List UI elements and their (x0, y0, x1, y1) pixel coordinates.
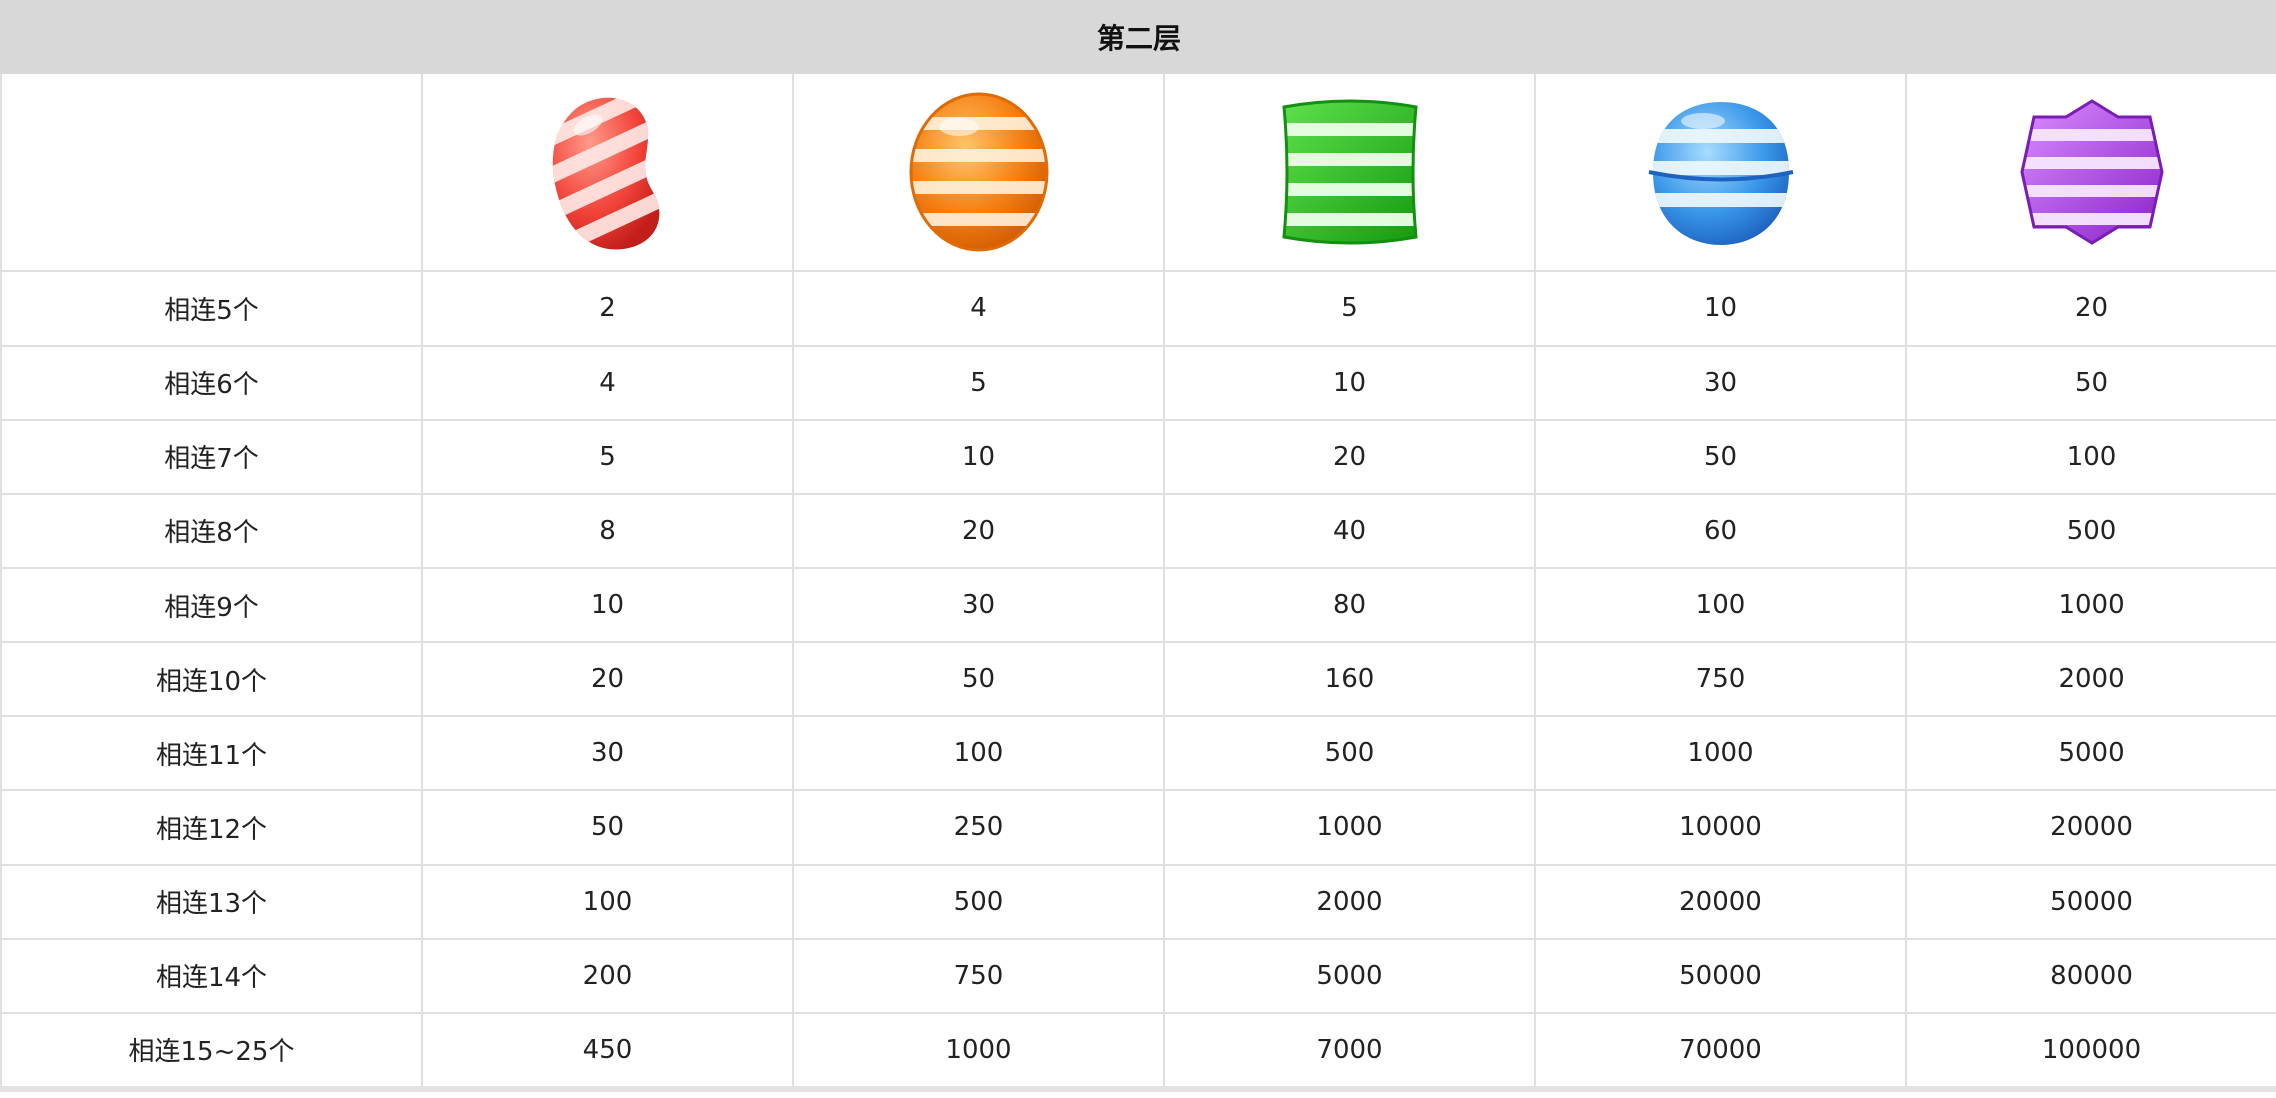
symbol-cell (792, 71, 1165, 273)
paytable-body: 相连5个 2 4 5 10 20 相连6个 4 5 10 30 50 相连7个 5 10 20 50 100 相连8… (0, 270, 2276, 1089)
payout-cell: 20000 (1534, 863, 1907, 940)
table-row: 相连13个 100 500 2000 20000 50000 (0, 863, 2276, 940)
payout-cell: 4 (792, 270, 1165, 347)
payout-cell: 20000 (1904, 789, 2276, 866)
payout-cell: 50 (792, 641, 1165, 718)
payout-cell: 1000 (1904, 566, 2276, 644)
payout-cell: 5 (421, 418, 794, 495)
payout-cell: 50 (421, 789, 794, 866)
payout-cell: 100000 (1904, 1011, 2276, 1089)
table-row: 相连6个 4 5 10 30 50 (0, 344, 2276, 421)
payout-cell: 10 (792, 418, 1165, 495)
payout-cell: 2000 (1163, 863, 1536, 940)
row-label: 相连15~25个 (0, 1011, 423, 1089)
table-row: 相连7个 5 10 20 50 100 (0, 418, 2276, 495)
payout-cell: 30 (1534, 344, 1907, 421)
payout-cell: 10 (1534, 270, 1907, 347)
payout-cell: 100 (1904, 418, 2276, 495)
row-label: 相连8个 (0, 492, 423, 569)
row-label: 相连11个 (0, 715, 423, 792)
payout-cell: 2000 (1904, 641, 2276, 718)
blue-striped-ball-candy-icon (1648, 102, 1793, 246)
paytable-title: 第二层 (0, 0, 2276, 74)
payout-cell: 20 (1904, 270, 2276, 347)
orange-striped-round-candy-icon (909, 92, 1048, 252)
red-striped-jellybean-candy-icon (552, 97, 659, 250)
symbol-cell (1904, 71, 2276, 273)
row-label: 相连5个 (0, 270, 423, 347)
title-row: 第二层 (0, 0, 2276, 74)
payout-cell: 4 (421, 344, 794, 421)
symbol-icon-row (0, 71, 2276, 273)
table-row: 相连12个 50 250 1000 10000 20000 (0, 789, 2276, 866)
symbol-cell (1163, 71, 1536, 273)
payout-cell: 5000 (1904, 715, 2276, 792)
payout-cell: 70000 (1534, 1011, 1907, 1089)
payout-cell: 100 (421, 863, 794, 940)
payout-cell: 10 (421, 566, 794, 644)
payout-cell: 5000 (1163, 937, 1536, 1014)
paytable: 第二层 相连5个 2 4 5 10 20 相连6个 4 5 10 30 50 相… (0, 0, 2276, 1089)
payout-cell: 750 (1534, 641, 1907, 718)
payout-cell: 10000 (1534, 789, 1907, 866)
payout-cell: 8 (421, 492, 794, 569)
payout-cell: 5 (792, 344, 1165, 421)
payout-cell: 750 (792, 937, 1165, 1014)
payout-cell: 30 (792, 566, 1165, 644)
payout-cell: 7000 (1163, 1011, 1536, 1089)
payout-cell: 200 (421, 937, 794, 1014)
bottom-border (0, 1086, 2276, 1092)
row-label: 相连10个 (0, 641, 423, 718)
purple-striped-star-candy-icon (2019, 99, 2164, 245)
symbol-cell (421, 71, 794, 273)
table-row: 相连14个 200 750 5000 50000 80000 (0, 937, 2276, 1014)
payout-cell: 500 (1163, 715, 1536, 792)
green-striped-square-candy-icon (1281, 99, 1418, 245)
payout-cell: 20 (792, 492, 1165, 569)
payout-cell: 160 (1163, 641, 1536, 718)
row-label: 相连12个 (0, 789, 423, 866)
payout-cell: 100 (792, 715, 1165, 792)
row-label: 相连7个 (0, 418, 423, 495)
table-row: 相连9个 10 30 80 100 1000 (0, 566, 2276, 644)
table-row: 相连8个 8 20 40 60 500 (0, 492, 2276, 569)
payout-cell: 500 (1904, 492, 2276, 569)
payout-cell: 50 (1904, 344, 2276, 421)
row-label: 相连14个 (0, 937, 423, 1014)
payout-cell: 2 (421, 270, 794, 347)
payout-cell: 10 (1163, 344, 1536, 421)
payout-cell: 80000 (1904, 937, 2276, 1014)
payout-cell: 500 (792, 863, 1165, 940)
row-label: 相连13个 (0, 863, 423, 940)
payout-cell: 20 (1163, 418, 1536, 495)
row-label: 相连9个 (0, 566, 423, 644)
table-row: 相连11个 30 100 500 1000 5000 (0, 715, 2276, 792)
payout-cell: 20 (421, 641, 794, 718)
table-row: 相连5个 2 4 5 10 20 (0, 270, 2276, 347)
payout-cell: 100 (1534, 566, 1907, 644)
payout-cell: 50 (1534, 418, 1907, 495)
payout-cell: 1000 (1534, 715, 1907, 792)
empty-corner-cell (0, 71, 423, 273)
payout-cell: 30 (421, 715, 794, 792)
payout-cell: 1000 (792, 1011, 1165, 1089)
table-row: 相连15~25个 450 1000 7000 70000 100000 (0, 1011, 2276, 1089)
payout-cell: 60 (1534, 492, 1907, 569)
payout-cell: 5 (1163, 270, 1536, 347)
symbol-cell (1534, 71, 1907, 273)
payout-cell: 450 (421, 1011, 794, 1089)
row-label: 相连6个 (0, 344, 423, 421)
payout-cell: 250 (792, 789, 1165, 866)
payout-cell: 40 (1163, 492, 1536, 569)
payout-cell: 50000 (1904, 863, 2276, 940)
payout-cell: 80 (1163, 566, 1536, 644)
payout-cell: 50000 (1534, 937, 1907, 1014)
payout-cell: 1000 (1163, 789, 1536, 866)
table-row: 相连10个 20 50 160 750 2000 (0, 641, 2276, 718)
